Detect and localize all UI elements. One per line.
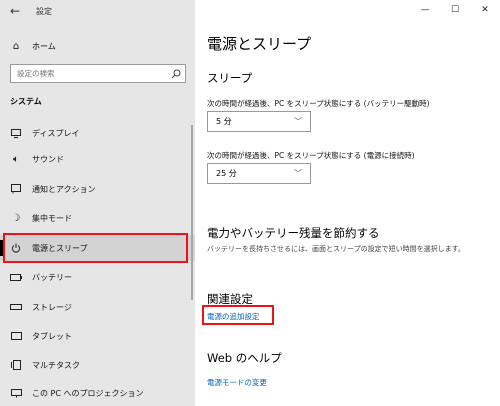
sidebar-item-multitask[interactable]: マルチタスク — [0, 352, 195, 378]
sidebar-item-tablet[interactable]: タブレット — [0, 323, 195, 349]
display-icon — [0, 128, 32, 138]
save-power-description: バッテリーを長持ちさせるには、画面とスリープの設定で短い時間を選択します。 — [207, 245, 465, 253]
moon-icon: ☽ — [11, 212, 21, 224]
maximize-button[interactable]: ☐ — [440, 0, 470, 20]
plugged-sleep-select[interactable]: 25 分 ﹀ — [207, 163, 311, 184]
sidebar-item-battery[interactable]: バッテリー — [0, 264, 195, 290]
sleep-heading: スリープ — [207, 71, 253, 85]
minimize-button[interactable]: — — [410, 0, 440, 20]
section-title: システム — [10, 97, 42, 106]
sidebar-item-storage[interactable]: ストレージ — [0, 294, 195, 320]
sidebar-item-label: ディスプレイ — [32, 128, 80, 138]
sidebar-item-label: タブレット — [32, 331, 72, 341]
save-power-heading: 電力やバッテリー残量を節約する — [207, 226, 380, 240]
app-title: 設定 — [36, 6, 52, 16]
page-title: 電源とスリープ — [207, 35, 312, 53]
battery-icon — [0, 273, 32, 281]
web-help-heading: Web のヘルプ — [207, 351, 282, 365]
home-icon: ⌂ — [12, 40, 20, 52]
sidebar-item-sound[interactable]: 🔈︎ サウンド — [0, 146, 195, 172]
sidebar-item-label: 通知とアクション — [32, 184, 96, 194]
battery-sleep-label: 次の時間が経過後、PC をスリープ状態にする (バッテリー駆動時) — [207, 99, 430, 108]
close-button[interactable]: ✕ — [470, 0, 500, 20]
battery-sleep-select[interactable]: 5 分 ﹀ — [207, 111, 311, 132]
search-input[interactable] — [11, 69, 167, 78]
selection-indicator — [0, 240, 4, 256]
battery-sleep-value: 5 分 — [216, 117, 232, 126]
sidebar-item-display[interactable]: ディスプレイ — [0, 120, 195, 146]
power-icon — [0, 243, 32, 253]
projection-icon — [0, 388, 32, 398]
sidebar-item-label: サウンド — [32, 154, 64, 164]
sidebar-scrollbar[interactable] — [191, 125, 193, 300]
sidebar-item-label: 集中モード — [32, 213, 72, 223]
tablet-icon — [0, 332, 32, 340]
search-box[interactable] — [10, 64, 186, 83]
sidebar-item-label: ストレージ — [32, 302, 72, 312]
sidebar-item-notifications[interactable]: 通知とアクション — [0, 176, 195, 202]
plugged-sleep-value: 25 分 — [216, 169, 237, 178]
multitask-icon — [0, 360, 32, 370]
sound-icon: 🔈︎ — [13, 153, 19, 165]
sidebar-item-power-sleep[interactable]: 電源とスリープ — [0, 235, 195, 261]
chevron-down-icon: ﹀ — [294, 169, 302, 178]
back-arrow-icon[interactable]: ← — [0, 4, 30, 18]
home-label: ホーム — [32, 41, 56, 51]
sidebar-item-focus[interactable]: ☽ 集中モード — [0, 205, 195, 231]
sidebar-item-label: マルチタスク — [32, 360, 80, 370]
sidebar-item-projection[interactable]: この PC へのプロジェクション — [0, 380, 195, 406]
sidebar: ← 設定 ⌂ ホーム システム ディスプレイ 🔈︎ サウンド 通知とアクション … — [0, 0, 195, 406]
additional-power-settings-link[interactable]: 電源の追加設定 — [207, 311, 260, 322]
notification-icon — [0, 184, 32, 194]
related-settings-heading: 関連設定 — [207, 292, 253, 306]
title-bar: ← 設定 — [0, 0, 195, 22]
storage-icon — [0, 304, 32, 310]
sidebar-item-label: バッテリー — [32, 272, 72, 282]
chevron-down-icon: ﹀ — [294, 117, 302, 126]
main-pane: — ☐ ✕ 電源とスリープ スリープ 次の時間が経過後、PC をスリープ状態にす… — [195, 0, 500, 406]
sidebar-item-label: 電源とスリープ — [32, 243, 88, 253]
sidebar-item-label: この PC へのプロジェクション — [32, 388, 144, 398]
window-controls: — ☐ ✕ — [410, 0, 500, 20]
sidebar-item-home[interactable]: ⌂ ホーム — [0, 37, 195, 55]
plugged-sleep-label: 次の時間が経過後、PC をスリープ状態にする (電源に接続時) — [207, 151, 415, 160]
search-icon[interactable] — [167, 69, 185, 79]
change-power-mode-link[interactable]: 電源モードの変更 — [207, 377, 267, 388]
